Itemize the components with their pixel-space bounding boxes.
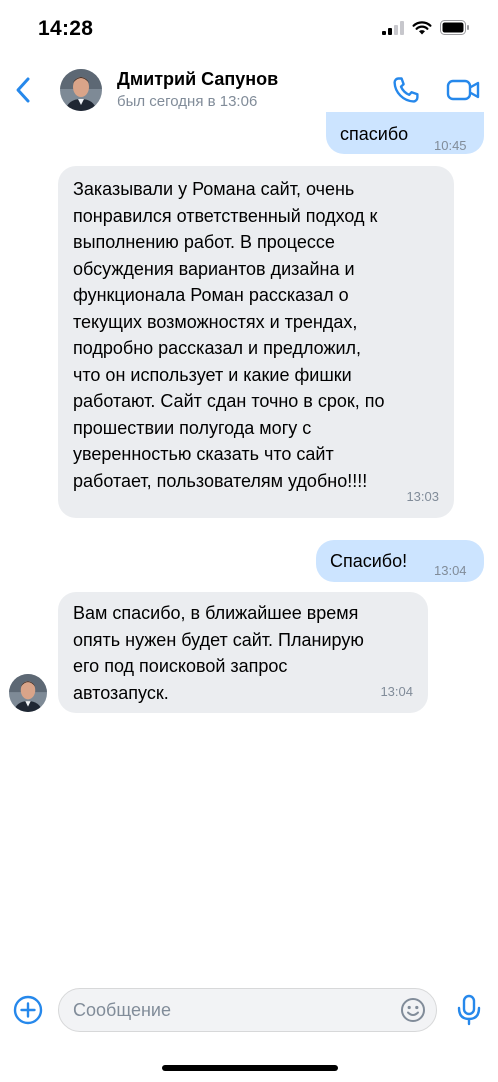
status-time: 14:28 xyxy=(38,17,94,40)
contact-name[interactable]: Дмитрий Сапунов xyxy=(117,69,278,90)
attach-button[interactable] xyxy=(13,995,43,1025)
contact-avatar[interactable] xyxy=(60,69,102,111)
voice-message-button[interactable] xyxy=(456,994,482,1026)
video-camera-icon xyxy=(446,79,480,101)
message-time: 10:45 xyxy=(434,138,467,153)
message-outgoing[interactable]: спасибо 10:45 xyxy=(326,112,484,154)
back-button[interactable] xyxy=(10,72,36,108)
emoji-button[interactable] xyxy=(400,997,426,1023)
battery-icon xyxy=(440,20,469,35)
message-text: Вам спасибо, в ближайшее время опять нуж… xyxy=(73,603,364,703)
microphone-icon xyxy=(457,994,481,1026)
message-time: 13:03 xyxy=(406,488,439,504)
video-call-button[interactable] xyxy=(446,76,482,104)
message-composer xyxy=(0,985,498,1035)
status-icons xyxy=(382,20,470,35)
message-outgoing[interactable]: Спасибо! 13:04 xyxy=(316,540,484,582)
chevron-left-icon xyxy=(16,77,30,103)
wifi-icon xyxy=(412,20,432,34)
message-text: спасибо xyxy=(340,124,409,144)
message-input[interactable] xyxy=(58,988,437,1032)
message-text: Спасибо! xyxy=(330,551,408,571)
message-text: Заказывали у Романа сайт, очень понравил… xyxy=(73,179,385,491)
smile-icon xyxy=(401,998,425,1022)
contact-last-seen: был сегодня в 13:06 xyxy=(117,93,258,110)
cellular-signal-icon xyxy=(382,20,404,35)
sender-avatar[interactable] xyxy=(9,674,47,712)
message-incoming[interactable]: Заказывали у Романа сайт, очень понравил… xyxy=(58,166,454,518)
status-bar: 14:28 xyxy=(0,0,498,56)
plus-circle-icon xyxy=(13,995,43,1025)
phone-icon xyxy=(393,77,419,103)
message-incoming[interactable]: Вам спасибо, в ближайшее время опять нуж… xyxy=(58,592,428,713)
message-time: 13:04 xyxy=(434,563,467,578)
home-indicator xyxy=(162,1065,338,1071)
call-button[interactable] xyxy=(390,74,422,106)
message-time: 13:04 xyxy=(380,683,413,699)
